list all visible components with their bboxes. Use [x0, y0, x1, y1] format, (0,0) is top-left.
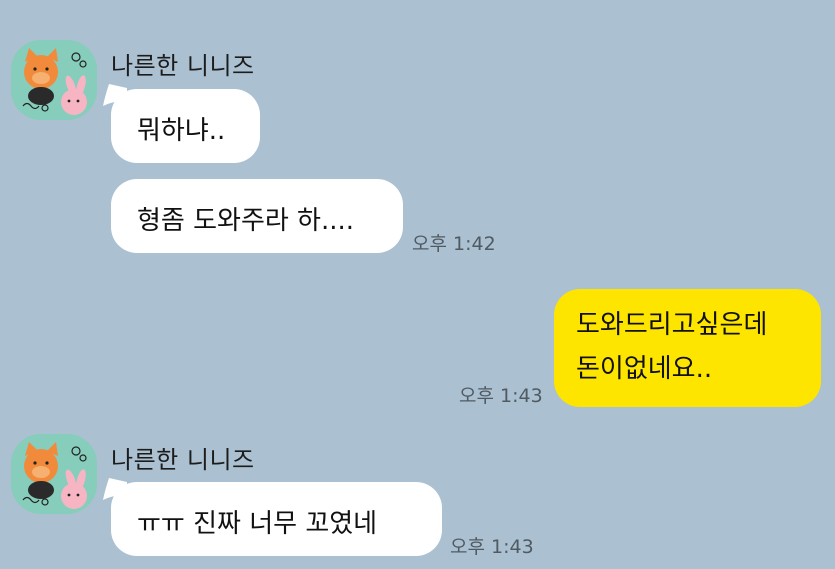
- message-text: 형좀 도와주라 하....: [137, 206, 355, 236]
- message-bubble[interactable]: ㅠㅠ 진짜 너무 꼬였네: [111, 482, 442, 556]
- sender-name: 나른한 니니즈: [111, 446, 255, 474]
- message-time: 오후 1:43: [459, 385, 543, 407]
- character-avatar-icon: [11, 40, 97, 120]
- message-time: 오후 1:43: [450, 536, 534, 558]
- sender-name: 나른한 니니즈: [111, 52, 255, 80]
- message-bubble[interactable]: 뭐하냐..: [111, 89, 260, 163]
- avatar[interactable]: [11, 40, 97, 120]
- message-bubble[interactable]: 형좀 도와주라 하....: [111, 179, 403, 253]
- message-time: 오후 1:42: [412, 233, 496, 255]
- avatar[interactable]: [11, 434, 97, 514]
- message-text: ㅠㅠ 진짜 너무 꼬였네: [137, 509, 378, 539]
- character-avatar-icon: [11, 434, 97, 514]
- message-bubble-outgoing[interactable]: 도와드리고싶은데 돈이없네요..: [554, 289, 821, 407]
- message-text-line: 도와드리고싶은데: [576, 310, 768, 340]
- message-text-line: 돈이없네요..: [576, 354, 713, 384]
- message-text: 뭐하냐..: [137, 116, 226, 146]
